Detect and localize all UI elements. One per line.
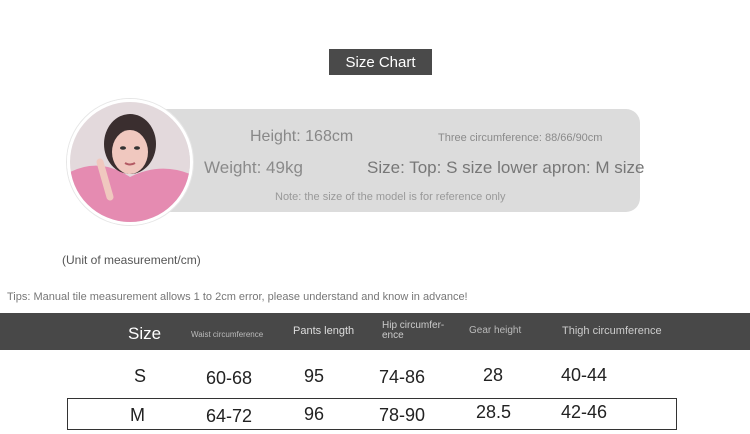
header-thigh: Thigh circumference: [562, 325, 662, 337]
row-s-size: S: [134, 366, 147, 386]
tips-text: Tips: Manual tile measurement allows 1 t…: [7, 291, 468, 303]
row-s-hip: 74-86: [379, 367, 426, 387]
row-m-size: M: [130, 405, 145, 425]
header-hip: Hip circumfer-ence: [382, 320, 445, 341]
row-m-thigh: 42-46: [561, 402, 608, 422]
size-chart-title: Size Chart: [329, 49, 432, 75]
model-weight: Weight: 49kg: [204, 158, 303, 177]
header-gear-height: Gear height: [469, 325, 522, 336]
header-pants-length: Pants length: [293, 325, 355, 337]
row-m-pants: 96: [304, 404, 325, 424]
model-avatar: [67, 99, 193, 225]
row-s-gear: 28: [483, 365, 504, 385]
row-s-waist: 60-68: [206, 368, 253, 388]
model-three-circumference: Three circumference: 88/66/90cm: [438, 132, 603, 144]
row-m-waist: 64-72: [206, 406, 253, 426]
row-m-hip: 78-90: [379, 405, 426, 425]
model-height: Height: 168cm: [250, 128, 354, 145]
row-s-pants: 95: [304, 366, 325, 386]
header-size: Size: [128, 324, 162, 343]
model-note: Note: the size of the model is for refer…: [275, 191, 506, 203]
model-size: Size: Top: S size lower apron: M size: [367, 158, 645, 177]
header-waist: Waist circumference: [191, 330, 264, 339]
row-m-gear: 28.5: [476, 402, 512, 422]
unit-label: (Unit of measurement/cm): [62, 253, 201, 267]
row-s-thigh: 40-44: [561, 365, 608, 385]
